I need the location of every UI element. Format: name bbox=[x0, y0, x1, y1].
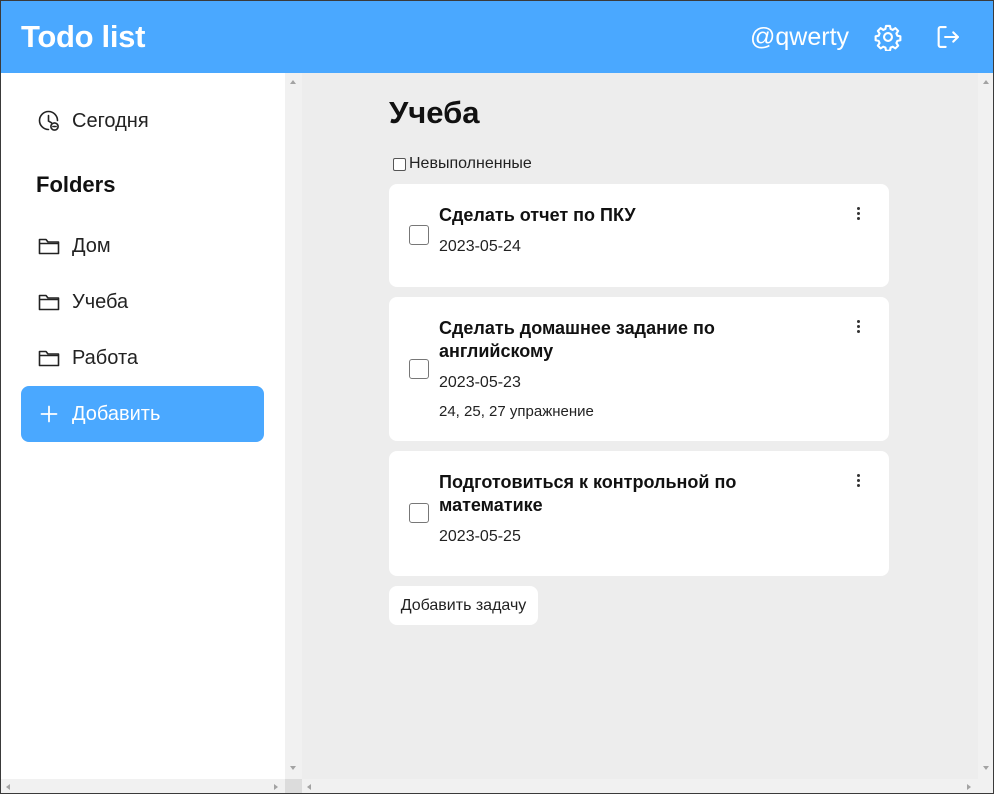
scroll-corner bbox=[285, 779, 302, 793]
scroll-left-arrow-icon[interactable] bbox=[307, 784, 311, 790]
task-card: Сделать отчет по ПКУ 2023-05-24 bbox=[389, 184, 889, 287]
sidebar-item-today[interactable]: Сегодня bbox=[37, 109, 149, 133]
folder-icon bbox=[37, 290, 61, 314]
task-date: 2023-05-24 bbox=[439, 238, 521, 255]
plus-icon bbox=[37, 402, 61, 426]
filter-checkbox[interactable] bbox=[393, 157, 406, 171]
app-header: Todo list @qwerty bbox=[1, 1, 993, 73]
horizontal-scrollbar[interactable] bbox=[1, 779, 993, 793]
task-checkbox[interactable] bbox=[409, 225, 429, 245]
scroll-left-arrow-icon[interactable] bbox=[6, 784, 10, 790]
add-folder-button[interactable]: Добавить bbox=[21, 386, 264, 442]
sidebar: Сегодня Folders Дом Учеба Работа Добавит… bbox=[1, 73, 285, 779]
task-title: Подготовиться к контрольной по математик… bbox=[439, 472, 737, 515]
task-title: Сделать домашнее задание по английскому bbox=[439, 318, 715, 361]
scroll-down-arrow-icon[interactable] bbox=[983, 766, 989, 770]
sidebar-item-label: Работа bbox=[72, 346, 138, 369]
more-options-icon[interactable] bbox=[851, 320, 865, 338]
gear-icon[interactable] bbox=[874, 23, 902, 51]
folders-heading: Folders bbox=[36, 172, 116, 197]
scroll-up-arrow-icon[interactable] bbox=[983, 80, 989, 84]
username[interactable]: @qwerty bbox=[750, 23, 849, 52]
task-checkbox[interactable] bbox=[409, 503, 429, 523]
filter-uncompleted[interactable]: Невыполненные bbox=[393, 155, 532, 173]
task-title: Сделать отчет по ПКУ bbox=[439, 205, 636, 225]
task-note: 24, 25, 27 упражнение bbox=[439, 403, 594, 420]
more-options-icon[interactable] bbox=[851, 474, 865, 492]
filter-label: Невыполненные bbox=[409, 155, 532, 172]
add-folder-label: Добавить bbox=[72, 402, 161, 425]
task-card: Сделать домашнее задание по английскому … bbox=[389, 297, 889, 441]
more-options-icon[interactable] bbox=[851, 207, 865, 225]
task-date: 2023-05-23 bbox=[439, 374, 521, 391]
scroll-right-arrow-icon[interactable] bbox=[967, 784, 971, 790]
page-title: Учеба bbox=[389, 95, 480, 130]
scroll-down-arrow-icon[interactable] bbox=[290, 766, 296, 770]
task-date: 2023-05-25 bbox=[439, 528, 521, 545]
app-title: Todo list bbox=[21, 19, 146, 54]
sidebar-item-work[interactable]: Работа bbox=[37, 346, 138, 370]
sidebar-item-label: Дом bbox=[72, 234, 111, 257]
app-window: Todo list @qwerty Сегодня Folders Дом Уч… bbox=[0, 0, 994, 794]
folder-icon bbox=[37, 234, 61, 258]
folder-icon bbox=[37, 346, 61, 370]
clock-icon bbox=[37, 109, 61, 133]
main-scrollbar[interactable] bbox=[978, 73, 993, 779]
sidebar-item-label: Сегодня bbox=[72, 109, 149, 132]
main-panel: Учеба Невыполненные Сделать отчет по ПКУ… bbox=[302, 73, 978, 779]
sidebar-scrollbar[interactable] bbox=[285, 73, 302, 779]
scroll-right-arrow-icon[interactable] bbox=[274, 784, 278, 790]
sidebar-item-label: Учеба bbox=[72, 290, 129, 313]
task-checkbox[interactable] bbox=[409, 359, 429, 379]
task-card: Подготовиться к контрольной по математик… bbox=[389, 451, 889, 576]
sidebar-item-home[interactable]: Дом bbox=[37, 234, 111, 258]
add-task-button[interactable]: Добавить задачу bbox=[389, 586, 538, 625]
sidebar-item-study[interactable]: Учеба bbox=[37, 290, 128, 314]
logout-icon[interactable] bbox=[934, 23, 962, 51]
scroll-up-arrow-icon[interactable] bbox=[290, 80, 296, 84]
